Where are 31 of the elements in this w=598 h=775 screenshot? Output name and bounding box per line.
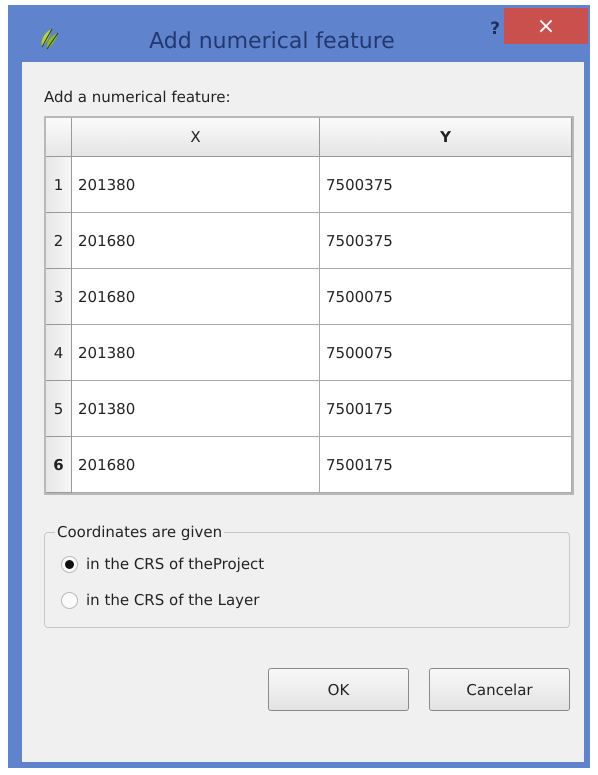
close-button[interactable]: × [504,8,588,44]
row-header[interactable]: 6 [46,437,72,493]
row-header[interactable]: 2 [46,213,72,269]
table-cell[interactable]: 7500375 [320,213,572,269]
table-cell[interactable]: 7500375 [320,157,572,213]
radio-button[interactable] [61,556,78,572]
column-header[interactable]: X [72,118,320,157]
row-header[interactable]: 4 [46,325,72,381]
prompt-label: Add a numerical feature: [44,88,232,106]
table-cell[interactable]: 7500075 [320,325,572,381]
radio-label: in the CRS of theProject [86,555,264,573]
column-header[interactable]: Y [320,118,572,157]
row-header[interactable]: 5 [46,381,72,437]
row-header[interactable]: 1 [46,157,72,213]
table-cell[interactable]: 201380 [72,157,320,213]
ok-button[interactable]: OK [268,668,409,711]
table-cell[interactable]: 201680 [72,437,320,493]
table-cell[interactable]: 7500175 [320,437,572,493]
row-header[interactable]: 3 [46,269,72,325]
radio-button[interactable] [61,592,78,608]
table-cell[interactable]: 7500075 [320,269,572,325]
table-cell[interactable]: 201380 [72,381,320,437]
table-cell[interactable]: 201680 [72,213,320,269]
table-cell[interactable]: 201380 [72,325,320,381]
radio-label: in the CRS of the Layer [86,591,260,609]
window-title: Add numerical feature [148,29,396,54]
cancel-button[interactable]: Cancelar [429,668,570,711]
corner-header[interactable] [46,118,72,157]
table-cell[interactable]: 201680 [72,269,320,325]
table-cell[interactable]: 7500175 [320,381,572,437]
group-title: Coordinates are given [56,523,224,541]
